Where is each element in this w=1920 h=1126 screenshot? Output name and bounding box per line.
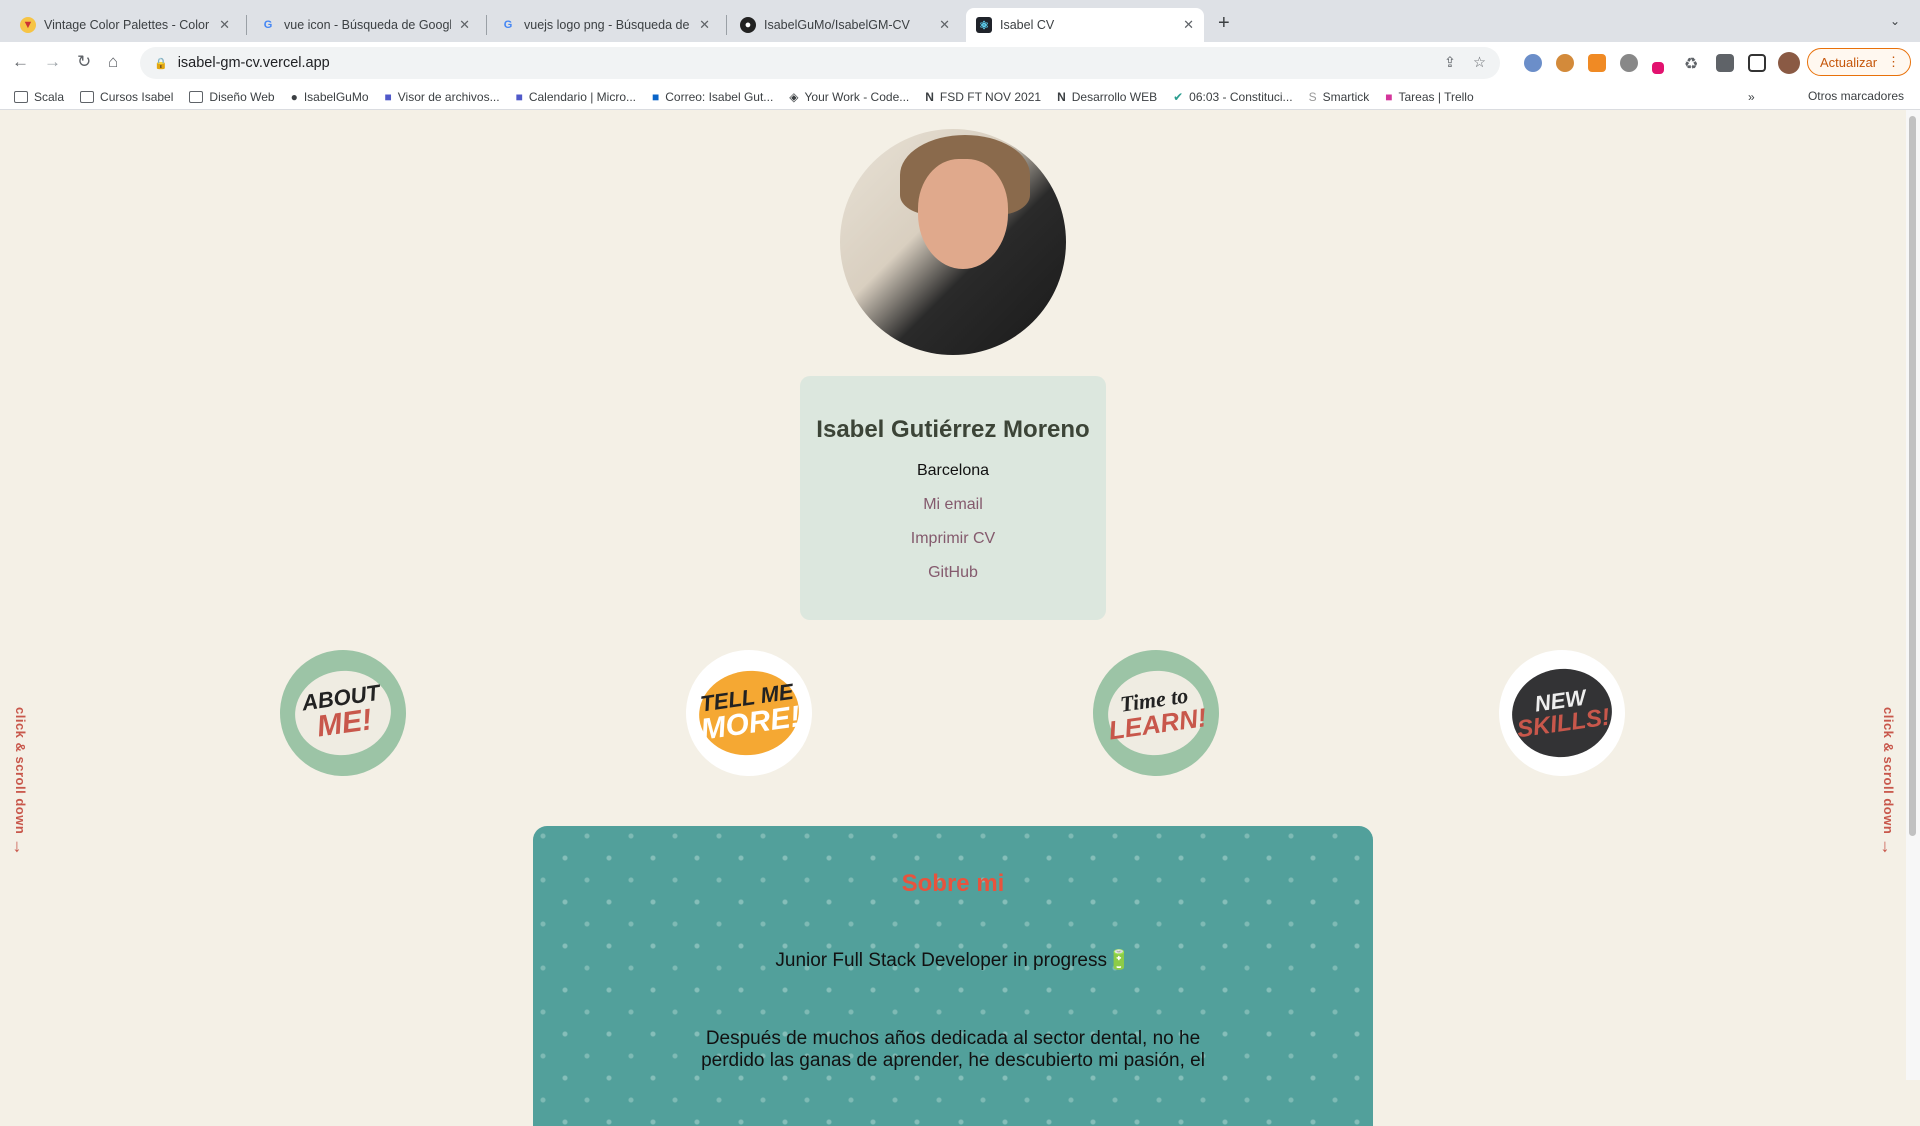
page-content: Isabel Gutiérrez Moreno Barcelona Mi ema…	[0, 110, 1906, 1126]
recycle-extension-icon[interactable]: ♻	[1684, 54, 1702, 73]
new-skills-button[interactable]: NEW SKILLS!	[1490, 641, 1634, 785]
forward-button[interactable]: →	[44, 52, 61, 72]
about-subtitle: Junior Full Stack Developer in progress🔋	[775, 950, 1131, 971]
bookmark[interactable]: Scala	[14, 90, 64, 104]
back-button[interactable]: ←	[12, 52, 29, 72]
smartick-icon: S	[1308, 89, 1317, 104]
arrow-down-icon: →	[1878, 838, 1898, 857]
bookmark[interactable]: ■ Correo: Isabel Gut...	[652, 90, 773, 104]
menu-dots-icon[interactable]: ⋮	[1887, 54, 1900, 70]
bookmarks-bar: Scala Cursos Isabel Diseño Web ● IsabelGu…	[0, 84, 1920, 110]
tab-search-chevron-icon[interactable]: ⌄	[1890, 14, 1900, 28]
home-button[interactable]: ⌂	[108, 52, 118, 72]
extensions-puzzle-icon[interactable]	[1716, 54, 1734, 72]
lock-icon: 🔒	[154, 57, 168, 70]
bookmark[interactable]: ◈ Your Work - Code...	[789, 90, 909, 104]
bookmark[interactable]: Diseño Web	[189, 90, 275, 104]
github-link[interactable]: GitHub	[800, 564, 1106, 582]
scroll-hint-right: click & scroll down→	[1878, 707, 1898, 857]
react-icon: ⚛	[976, 17, 992, 33]
tab-github[interactable]: ● IsabelGuMo/IsabelGM-CV ✕	[730, 8, 960, 42]
tab-bar: ▼Vintage Color Palettes - Color Hunt✕ Gv…	[0, 0, 1920, 42]
toolbar: ← → ↻ ⌂ 🔒 isabel-gm-cv.vercel.app ⇪ ☆ ♻ A…	[0, 42, 1920, 84]
color-picker-icon[interactable]	[1652, 62, 1664, 74]
reload-button[interactable]: ↻	[77, 52, 91, 72]
share-icon[interactable]: ⇪	[1444, 55, 1456, 71]
trello-icon: ■	[1385, 89, 1393, 104]
profile-city: Barcelona	[916, 462, 990, 479]
bookmark-star-icon[interactable]: ☆	[1473, 55, 1486, 71]
tab-vue-icon[interactable]: Gvue icon - Búsqueda de Google ✕	[250, 8, 480, 42]
teams-icon: ■	[515, 89, 523, 104]
email-link[interactable]: Mi email	[800, 496, 1106, 514]
close-tab-icon[interactable]: ✕	[1183, 17, 1194, 33]
extension-icon-3[interactable]	[1588, 54, 1606, 72]
profile-avatar[interactable]	[1778, 52, 1800, 74]
more-bookmarks-button[interactable]: »	[1748, 90, 1755, 104]
side-panel-icon[interactable]	[1748, 54, 1766, 72]
url-text: isabel-gm-cv.vercel.app	[177, 55, 330, 71]
about-paragraph: Después de muchos años dedicada al secto…	[701, 1028, 1205, 1071]
outlook-icon: ■	[652, 89, 660, 104]
profile-photo	[840, 129, 1066, 355]
tab-vuejs-logo[interactable]: Gvuejs logo png - Búsqueda de Google✕	[490, 8, 720, 42]
github-icon: ●	[290, 89, 298, 104]
bookmark[interactable]: ● IsabelGuMo	[291, 90, 369, 104]
new-tab-button[interactable]: +	[1218, 12, 1230, 35]
address-bar[interactable]: 🔒 isabel-gm-cv.vercel.app ⇪ ☆	[140, 47, 1500, 79]
folder-icon	[80, 90, 95, 103]
color-hunt-icon: ▼	[20, 17, 36, 33]
bookmark[interactable]: N FSD FT NOV 2021	[925, 90, 1041, 104]
folder-icon	[14, 90, 28, 103]
print-cv-link[interactable]: Imprimir CV	[800, 530, 1106, 548]
arrow-down-icon: →	[10, 838, 30, 857]
bookmark[interactable]: S Smartick	[1309, 90, 1370, 104]
tab-color-hunt[interactable]: ▼Vintage Color Palettes - Color Hunt✕	[10, 8, 240, 42]
scrollbar[interactable]	[1906, 110, 1920, 1080]
extension-icon-1[interactable]	[1524, 54, 1542, 72]
google-icon: G	[503, 19, 513, 31]
notion-icon: N	[925, 89, 934, 104]
update-button[interactable]: Actualizar ⋮	[1807, 48, 1911, 76]
scrollbar-thumb[interactable]	[1909, 116, 1916, 836]
bookmark[interactable]: ■ Visor de archivos...	[385, 90, 500, 104]
bookmark[interactable]: ✔ 06:03 - Constituci...	[1173, 90, 1292, 104]
about-me-button[interactable]: ABOUT ME!	[271, 641, 415, 785]
bookmark[interactable]: ■ Tareas | Trello	[1385, 90, 1473, 104]
profile-card: Isabel Gutiérrez Moreno Barcelona Mi ema…	[800, 376, 1106, 620]
bookmark[interactable]: ■ Calendario | Micro...	[516, 90, 636, 104]
notion-icon: N	[1057, 89, 1066, 104]
google-icon: G	[263, 19, 273, 31]
folder-icon	[189, 90, 204, 103]
tell-me-more-button[interactable]: TELL ME MORE!	[677, 641, 821, 785]
teams-icon: ■	[384, 89, 392, 104]
about-title: Sobre mi	[901, 870, 1005, 897]
close-tab-icon[interactable]: ✕	[939, 17, 950, 33]
close-tab-icon[interactable]: ✕	[459, 17, 470, 33]
cookie-extension-icon[interactable]	[1556, 54, 1574, 72]
about-section: Sobre mi Junior Full Stack Developer in …	[533, 826, 1373, 1126]
bookmark[interactable]: Cursos Isabel	[80, 90, 173, 104]
github-icon: ●	[740, 17, 756, 33]
bookmark[interactable]: N Desarrollo WEB	[1057, 90, 1157, 104]
other-bookmarks[interactable]: Otros marcadores	[1802, 89, 1904, 103]
scroll-hint-left: click & scroll down→	[10, 707, 30, 857]
tab-isabel-cv[interactable]: ⚛ Isabel CV ✕	[966, 8, 1204, 42]
time-to-learn-button[interactable]: Time to LEARN!	[1084, 641, 1228, 785]
profile-name: Isabel Gutiérrez Moreno	[816, 416, 1090, 443]
bug-extension-icon[interactable]	[1620, 54, 1638, 72]
close-tab-icon[interactable]: ✕	[219, 17, 230, 33]
check-circle-icon: ✔	[1173, 89, 1184, 104]
codecademy-icon: ◈	[789, 89, 799, 104]
close-tab-icon[interactable]: ✕	[699, 17, 710, 33]
